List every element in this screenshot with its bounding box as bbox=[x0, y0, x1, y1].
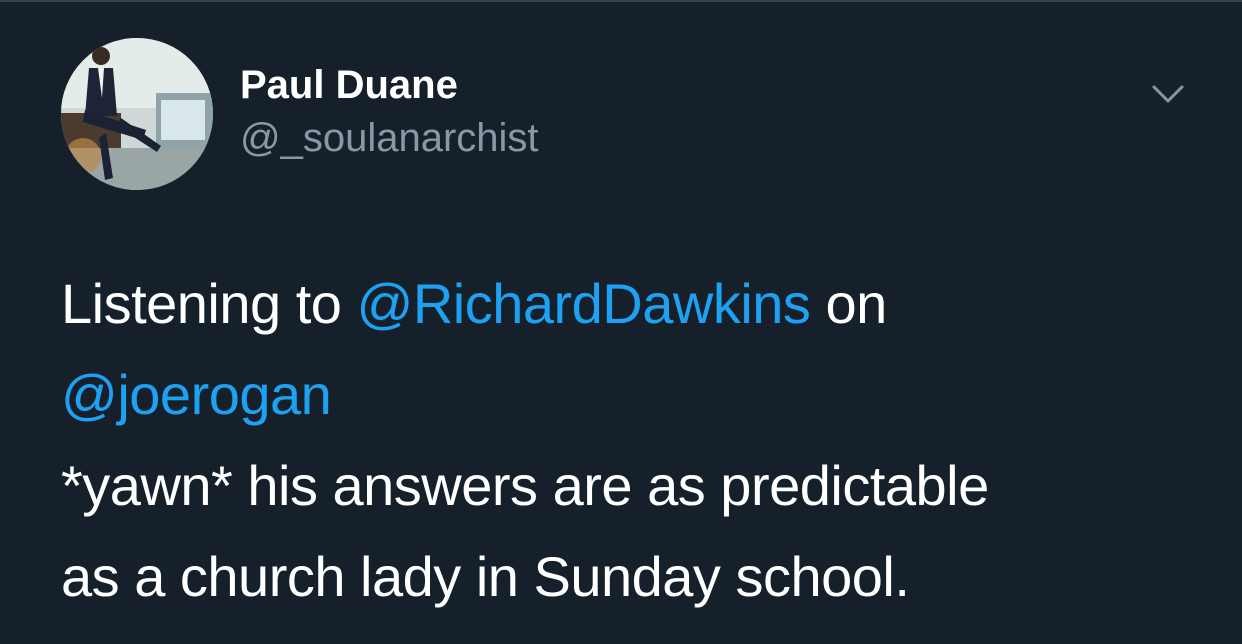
author-display-name[interactable]: Paul Duane bbox=[240, 62, 458, 108]
avatar[interactable] bbox=[61, 38, 213, 190]
chevron-down-icon[interactable] bbox=[1146, 78, 1190, 108]
text-segment: as a church lady in Sunday school. bbox=[61, 545, 910, 608]
text-segment: Listening to bbox=[61, 272, 357, 335]
tweet-text-line: @joerogan bbox=[61, 349, 1221, 440]
tweet-card: Paul Duane @_soulanarchist Listening to … bbox=[0, 0, 1242, 644]
mention-link-richarddawkins[interactable]: @RichardDawkins bbox=[356, 272, 810, 335]
tweet-text: Listening to @RichardDawkins on @joeroga… bbox=[61, 258, 1221, 622]
mention-link-joerogan[interactable]: @joerogan bbox=[61, 363, 332, 426]
text-segment: *yawn* his answers are as predictable bbox=[61, 454, 989, 517]
text-segment: on bbox=[810, 272, 887, 335]
tweet-text-line: Listening to @RichardDawkins on bbox=[61, 258, 1221, 349]
author-handle[interactable]: @_soulanarchist bbox=[240, 115, 539, 161]
tweet-text-line: as a church lady in Sunday school. bbox=[61, 531, 1221, 622]
tweet-text-line: *yawn* his answers are as predictable bbox=[61, 440, 1221, 531]
